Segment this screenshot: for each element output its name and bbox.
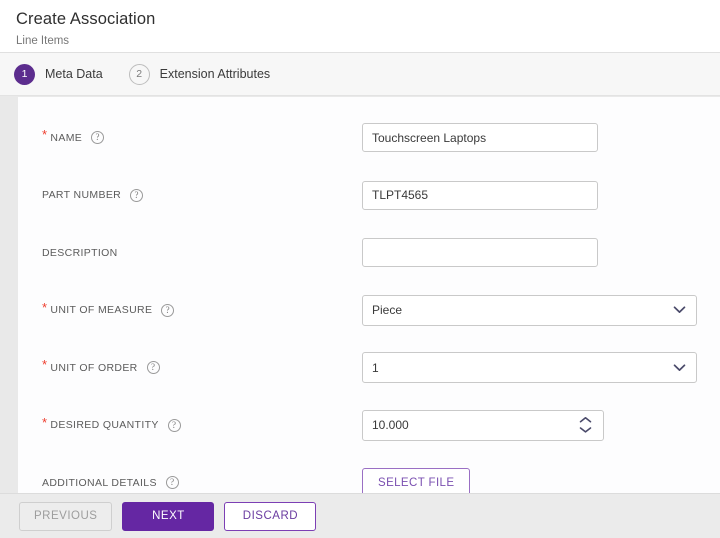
- required-indicator-unit-of-order: *: [42, 357, 48, 373]
- field-label-additional-details: ADDITIONAL DETAILS ?: [42, 476, 362, 490]
- help-icon-unit-of-order[interactable]: ?: [146, 361, 160, 375]
- wizard-step-extension-attributes[interactable]: 2 Extension Attributes: [128, 63, 271, 85]
- page-title: Create Association: [16, 10, 156, 28]
- quantity-stepper[interactable]: [579, 417, 592, 434]
- field-label-text-description: DESCRIPTION: [42, 246, 118, 259]
- discard-button[interactable]: DISCARD: [224, 501, 317, 531]
- form-card: * NAME ? PART NUMBER ? DESCRIPTION * UNI…: [18, 97, 720, 493]
- unit-of-measure-select-wrap: Piece: [362, 294, 697, 326]
- required-indicator-unit-of-measure: *: [42, 299, 48, 315]
- field-label-unit-of-measure: * UNIT OF MEASURE ?: [42, 299, 362, 317]
- step-number-badge-2: 2: [128, 63, 150, 85]
- field-label-text-part-number: PART NUMBER: [42, 189, 122, 202]
- select-file-button[interactable]: SELECT FILE: [362, 467, 471, 493]
- field-row-additional-details: ADDITIONAL DETAILS ? SELECT FILE: [18, 454, 720, 493]
- unit-of-order-select[interactable]: 1: [362, 352, 697, 384]
- field-label-text-additional-details: ADDITIONAL DETAILS: [42, 476, 157, 489]
- unit-of-order-select-wrap: 1: [362, 352, 697, 384]
- field-row-name: * NAME ?: [18, 109, 720, 167]
- chevron-up-icon-quantity: [579, 417, 592, 423]
- required-indicator-desired-quantity: *: [42, 414, 48, 430]
- field-row-desired-quantity: * DESIRED QUANTITY ?: [18, 397, 720, 455]
- step-number-badge-1: 1: [14, 63, 35, 85]
- desired-quantity-input[interactable]: [362, 409, 604, 441]
- field-row-part-number: PART NUMBER ?: [18, 167, 720, 225]
- previous-button[interactable]: PREVIOUS: [19, 501, 113, 531]
- help-icon-part-number[interactable]: ?: [130, 188, 144, 202]
- unit-of-measure-select[interactable]: Piece: [362, 294, 697, 326]
- help-icon-unit-of-measure[interactable]: ?: [161, 303, 175, 317]
- field-label-text-desired-quantity: DESIRED QUANTITY: [50, 419, 159, 432]
- required-indicator-name: *: [42, 127, 48, 143]
- help-icon-name[interactable]: ?: [91, 131, 105, 145]
- field-label-text-unit-of-order: UNIT OF ORDER: [50, 361, 138, 374]
- field-label-part-number: PART NUMBER ?: [42, 188, 362, 202]
- help-icon-desired-quantity[interactable]: ?: [167, 418, 181, 432]
- field-row-description: DESCRIPTION: [18, 224, 720, 282]
- step-label-extension-attributes: Extension Attributes: [159, 67, 271, 81]
- description-input[interactable]: [362, 238, 598, 268]
- wizard-step-strip: 1 Meta Data 2 Extension Attributes: [0, 53, 720, 96]
- field-label-name: * NAME ?: [42, 127, 362, 145]
- form-scroll-area: * NAME ? PART NUMBER ? DESCRIPTION * UNI…: [0, 97, 720, 493]
- next-button[interactable]: NEXT: [122, 501, 215, 531]
- help-icon-additional-details[interactable]: ?: [165, 476, 179, 490]
- field-label-desired-quantity: * DESIRED QUANTITY ?: [42, 414, 362, 432]
- footer-action-bar: PREVIOUS NEXT DISCARD: [0, 493, 720, 538]
- field-label-description: DESCRIPTION: [42, 247, 362, 259]
- name-input[interactable]: [362, 123, 598, 153]
- field-label-text-unit-of-measure: UNIT OF MEASURE: [50, 304, 153, 317]
- field-row-unit-of-order: * UNIT OF ORDER ? 1: [18, 339, 720, 397]
- chevron-down-icon-quantity: [579, 427, 592, 433]
- wizard-step-meta-data[interactable]: 1 Meta Data: [14, 63, 103, 85]
- field-label-text-name: NAME: [50, 131, 83, 144]
- part-number-input[interactable]: [362, 180, 598, 210]
- field-row-unit-of-measure: * UNIT OF MEASURE ? Piece: [18, 282, 720, 340]
- desired-quantity-wrap: [362, 409, 604, 441]
- field-label-unit-of-order: * UNIT OF ORDER ?: [42, 357, 362, 375]
- page-header: Create Association Line Items: [0, 0, 720, 53]
- page-subtitle: Line Items: [16, 35, 70, 47]
- step-label-meta-data: Meta Data: [45, 67, 103, 81]
